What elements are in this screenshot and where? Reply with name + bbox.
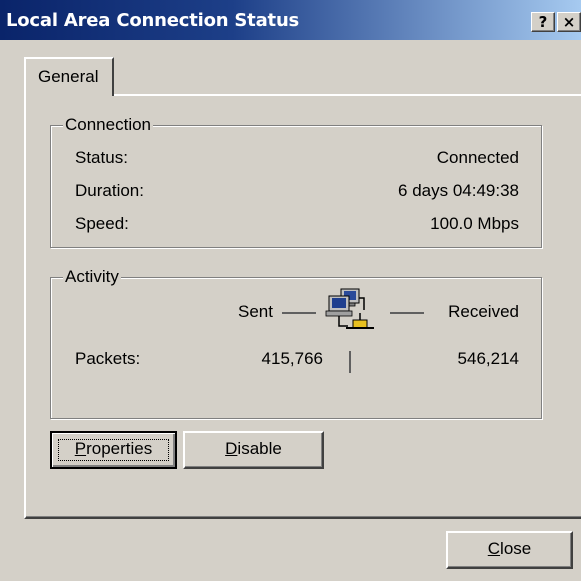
focus-rectangle [58, 439, 169, 461]
packets-received-value: 546,214 [457, 349, 519, 368]
duration-label: Duration: [75, 181, 144, 200]
tab-general-label: General [38, 67, 99, 86]
close-button[interactable]: Close [446, 531, 573, 569]
network-computers-icon [325, 288, 374, 329]
help-button[interactable]: ? [531, 12, 555, 32]
close-icon: × [562, 13, 576, 31]
status-label: Status: [75, 148, 128, 167]
packets-label: Packets: [75, 349, 141, 368]
status-value: Connected [436, 148, 519, 167]
properties-button[interactable]: Properties [50, 431, 177, 469]
duration-value: 6 days 04:49:38 [398, 181, 519, 200]
speed-label: Speed: [75, 214, 129, 233]
disable-label: isable [237, 439, 282, 458]
help-icon: ? [538, 13, 548, 31]
tab-general[interactable]: General [24, 57, 114, 96]
tab-panel-general: Connection Status: Connected Duration: 6… [24, 94, 581, 519]
connection-group: Connection Status: Connected Duration: 6… [50, 115, 542, 248]
packets-divider [349, 351, 351, 373]
connection-status-window: Local Area Connection Status ? × General… [0, 0, 581, 581]
title-bar[interactable]: Local Area Connection Status ? × [0, 0, 581, 40]
connection-legend: Connection [63, 115, 154, 135]
close-mnemonic: C [487, 539, 501, 558]
disable-mnemonic: D [225, 439, 238, 458]
received-line [390, 312, 424, 314]
window-title: Local Area Connection Status [6, 10, 300, 31]
packets-sent-value: 415,766 [261, 349, 323, 368]
sent-line [282, 312, 316, 314]
received-label: Received [448, 302, 519, 321]
close-label: lose [500, 539, 532, 558]
title-close-button[interactable]: × [557, 12, 581, 32]
sent-label: Sent [238, 302, 273, 321]
disable-button[interactable]: Disable [183, 431, 324, 469]
speed-value: 100.0 Mbps [430, 214, 519, 233]
activity-group: Activity Sent Received Packets: 415,766 … [50, 267, 542, 419]
activity-legend: Activity [63, 267, 121, 287]
